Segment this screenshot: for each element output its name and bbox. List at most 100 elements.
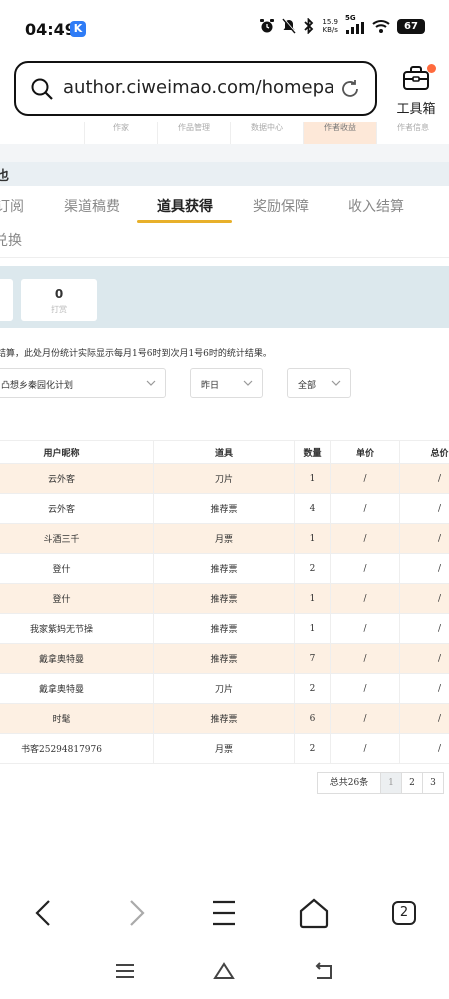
divider — [0, 144, 449, 162]
cell-prop: 推荐票 — [153, 554, 294, 583]
top-menu-item[interactable]: 作家 — [84, 122, 157, 144]
cell-unit-price: / — [330, 674, 399, 703]
signal-icon: 5G — [345, 14, 365, 34]
cell-total: / — [399, 464, 449, 493]
tabs-button[interactable]: 2 — [392, 901, 416, 925]
type-select-value: 全部 — [298, 381, 317, 391]
section-title: 也 — [0, 169, 10, 184]
cell-prop: 推荐票 — [153, 644, 294, 673]
cell-prop: 月票 — [153, 524, 294, 553]
cell-nickname: 我家紫妈无节操 — [29, 625, 93, 635]
cell-prop: 刀片 — [153, 674, 294, 703]
cell-total: / — [399, 614, 449, 643]
props-table: 用户昵称 道具 数量 单价 总价 云外客 刀片 1 / / 云外客 推荐票 4 … — [0, 440, 449, 764]
cell-total: / — [399, 674, 449, 703]
cell-prop: 刀片 — [153, 464, 294, 493]
cell-total: / — [399, 494, 449, 523]
cell-unit-price: / — [330, 614, 399, 643]
cell-quantity: 1 — [294, 524, 330, 553]
menu-icon[interactable] — [204, 895, 244, 931]
cell-total: / — [399, 584, 449, 613]
cell-quantity: 2 — [294, 554, 330, 583]
cell-total: / — [399, 644, 449, 673]
tab-subscription[interactable]: 订阅 — [0, 196, 24, 216]
cell-nickname: 戴拿奥特曼 — [38, 655, 84, 665]
chevron-down-icon — [243, 380, 253, 386]
cell-nickname: 戴拿奥特曼 — [38, 685, 84, 695]
table-row: 云外客 推荐票 4 / / — [0, 494, 449, 524]
cell-unit-price: / — [330, 644, 399, 673]
cell-unit-price: / — [330, 464, 399, 493]
page-2-button[interactable]: 2 — [401, 773, 422, 793]
cell-unit-price: / — [330, 704, 399, 733]
date-select[interactable]: 昨日 — [190, 368, 263, 398]
system-navigation-bar — [0, 947, 449, 999]
cell-quantity: 1 — [294, 464, 330, 493]
header-nickname: 用户昵称 — [43, 448, 80, 459]
system-home-icon[interactable] — [212, 961, 236, 981]
chevron-down-icon — [146, 380, 156, 386]
web-content: 作家 作品管理 数据中心 作者收益 作者信息 也 订阅 渠道稿费 道具获得 奖励… — [0, 122, 449, 877]
table-row: 戴拿奥特曼 刀片 2 / / — [0, 674, 449, 704]
tab-exchange[interactable]: 兑换 — [0, 230, 22, 250]
section-header: 也 — [0, 162, 449, 186]
network-type: 5G — [345, 14, 356, 22]
cell-total: / — [399, 524, 449, 553]
cell-nickname: 书客25294817976 — [21, 745, 102, 755]
reload-icon[interactable] — [339, 78, 361, 100]
divider — [0, 257, 449, 258]
speed-unit: KB/s — [322, 26, 338, 34]
speed-value: 15.9 — [322, 18, 338, 26]
tab-props[interactable]: 道具获得 — [157, 196, 213, 216]
stat-card — [0, 279, 13, 321]
wifi-icon — [372, 20, 390, 33]
pagination: 总共26条 1 2 3 — [317, 772, 444, 794]
network-speed: 15.9 KB/s — [322, 18, 338, 34]
search-icon — [31, 78, 53, 100]
cell-unit-price: / — [330, 554, 399, 583]
header-prop: 道具 — [153, 441, 294, 463]
back-icon[interactable] — [25, 895, 65, 931]
toolbox-label: 工具箱 — [396, 102, 436, 117]
page-3-button[interactable]: 3 — [422, 773, 443, 793]
chevron-down-icon — [331, 380, 341, 386]
url-text[interactable]: author.ciweimao.com/homepa··· — [63, 77, 333, 98]
mute-icon — [282, 18, 297, 34]
type-select[interactable]: 全部 — [287, 368, 351, 398]
page-1-button[interactable]: 1 — [380, 773, 401, 793]
tab-rewards[interactable]: 奖励保障 — [253, 196, 309, 216]
table-row: 我家紫妈无节操 推荐票 1 / / — [0, 614, 449, 644]
tab-channel-fees[interactable]: 渠道稿费 — [64, 196, 120, 216]
cell-quantity: 1 — [294, 584, 330, 613]
top-menu-item[interactable]: 数据中心 — [230, 122, 303, 144]
recent-apps-icon[interactable] — [114, 961, 136, 981]
address-bar[interactable]: author.ciweimao.com/homepa··· — [14, 61, 377, 116]
table-row: 登什 推荐票 1 / / — [0, 584, 449, 614]
top-menu-item-active[interactable]: 作者收益 — [303, 122, 376, 144]
tab-settlement[interactable]: 收入结算 — [348, 196, 404, 216]
top-menu-strip: 作家 作品管理 数据中心 作者收益 作者信息 — [84, 122, 449, 144]
pagination-total: 总共26条 — [329, 778, 369, 788]
cell-prop: 推荐票 — [153, 494, 294, 523]
toolbox-button[interactable]: 工具箱 — [390, 62, 442, 118]
home-icon[interactable] — [294, 895, 334, 931]
table-row: 戴拿奥特曼 推荐票 7 / / — [0, 644, 449, 674]
table-row: 书客25294817976 月票 2 / / — [0, 734, 449, 764]
alarm-icon — [260, 19, 275, 33]
top-menu-item[interactable]: 作品管理 — [157, 122, 230, 144]
cell-nickname: 登什 — [52, 595, 71, 605]
cell-nickname: 时髦 — [52, 715, 71, 725]
cell-total: / — [399, 704, 449, 733]
status-time: 04:49 — [25, 20, 76, 39]
table-row: 云外客 刀片 1 / / — [0, 464, 449, 494]
status-indicators: 15.9 KB/s 5G 67 — [259, 14, 425, 34]
cell-quantity: 4 — [294, 494, 330, 523]
cell-unit-price: / — [330, 734, 399, 763]
cell-quantity: 2 — [294, 674, 330, 703]
top-menu-item[interactable]: 作者信息 — [376, 122, 449, 144]
forward-icon[interactable] — [115, 895, 155, 931]
book-select[interactable]: 凸想乡秦园化计划 — [0, 368, 166, 398]
cell-unit-price: / — [330, 494, 399, 523]
browser-toolbar — [0, 877, 449, 947]
system-back-icon[interactable] — [313, 961, 335, 981]
